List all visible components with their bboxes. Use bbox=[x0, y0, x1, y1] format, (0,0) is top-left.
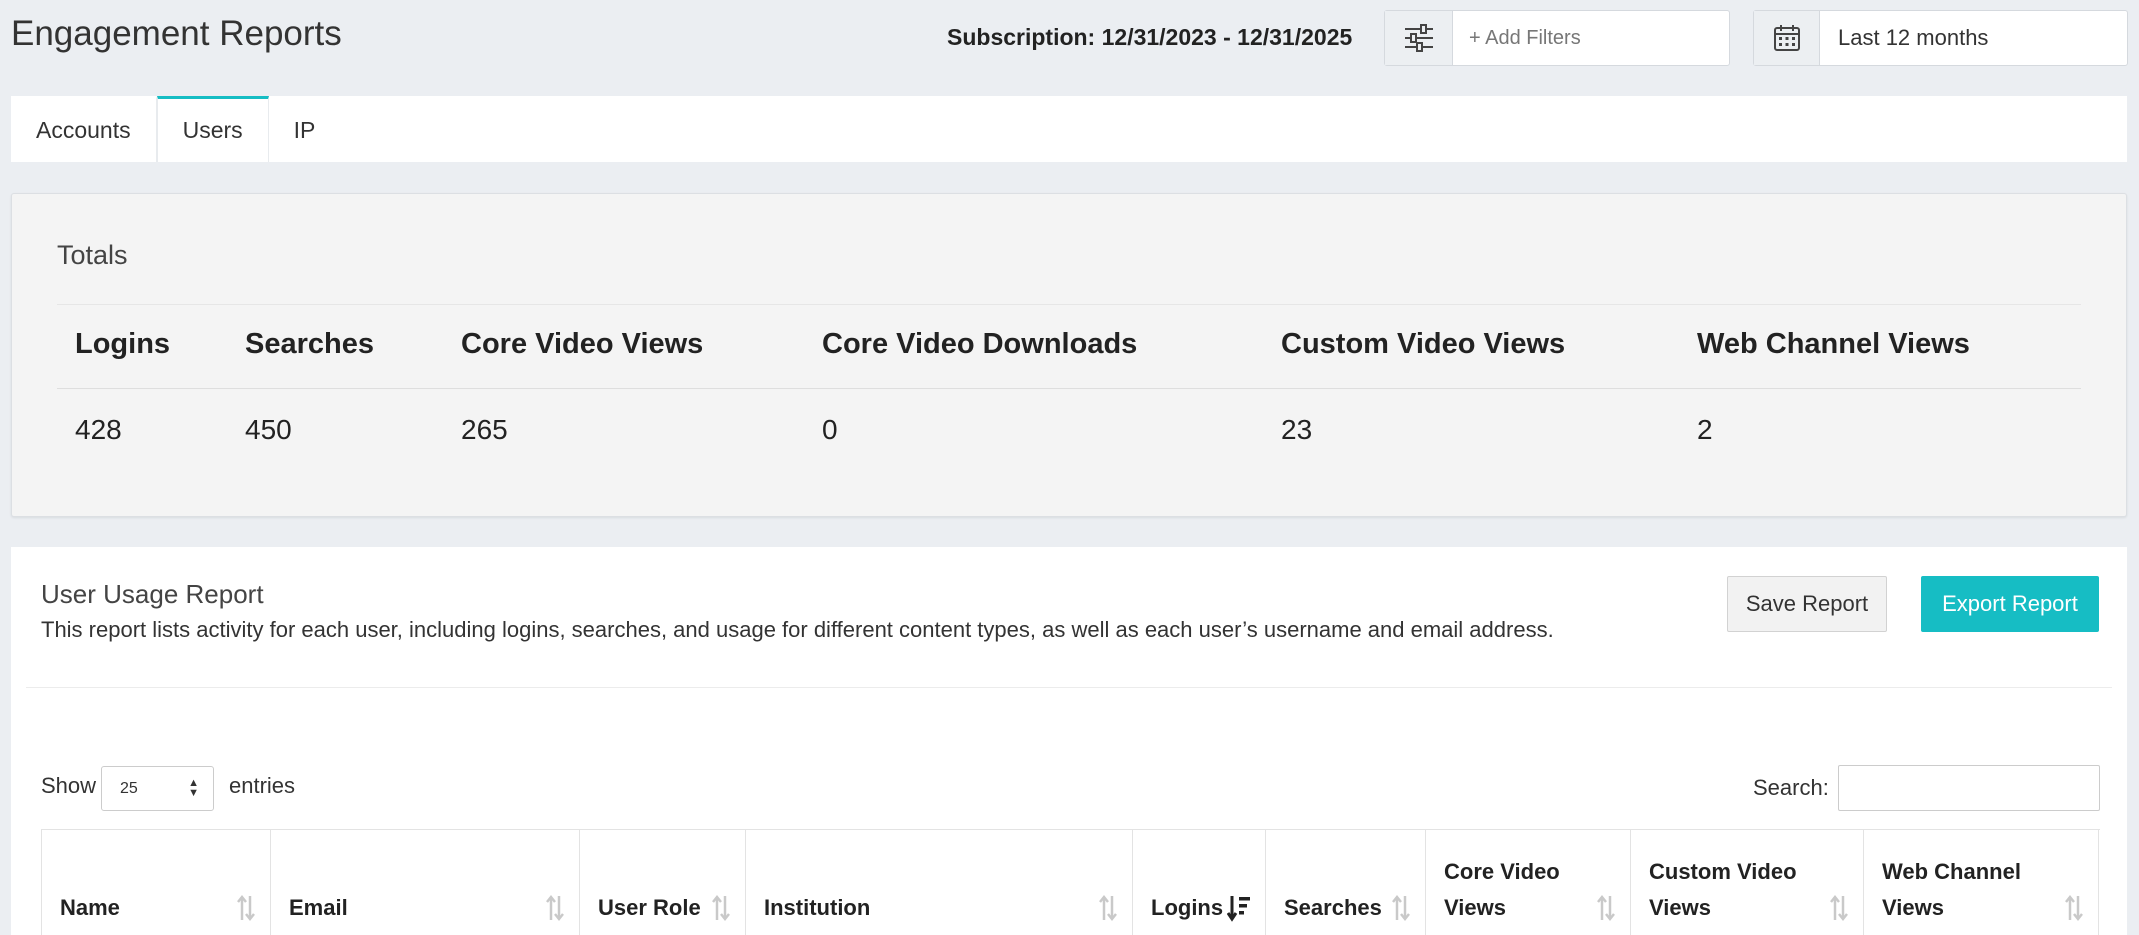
tab-accounts[interactable]: Accounts bbox=[11, 96, 157, 162]
export-report-button[interactable]: Export Report bbox=[1921, 576, 2099, 632]
totals-header-custom-video-views: Custom Video Views bbox=[1281, 328, 1566, 360]
column-header-searches[interactable]: Searches bbox=[1266, 830, 1426, 935]
column-header-user-role[interactable]: User Role bbox=[580, 830, 746, 935]
totals-header-core-video-downloads: Core Video Downloads bbox=[822, 328, 1138, 360]
column-header-logins[interactable]: Logins bbox=[1133, 830, 1266, 935]
save-report-button[interactable]: Save Report bbox=[1727, 576, 1887, 632]
tab-ip[interactable]: IP bbox=[269, 96, 341, 162]
sort-icon bbox=[712, 894, 730, 922]
show-label: Show bbox=[41, 773, 97, 798]
search-input[interactable] bbox=[1838, 765, 2100, 811]
column-header-custom-video-views[interactable]: Custom Video Views bbox=[1631, 830, 1864, 935]
totals-value-core-video-views: 265 bbox=[461, 414, 508, 445]
column-header-web-channel-views[interactable]: Web Channel Views bbox=[1864, 830, 2099, 935]
sort-icon bbox=[1597, 894, 1615, 922]
totals-value-custom-video-views: 23 bbox=[1281, 414, 1313, 445]
totals-panel: Totals Logins Searches Core Video Views … bbox=[11, 193, 2127, 517]
totals-value-searches: 450 bbox=[245, 414, 292, 445]
divider bbox=[57, 388, 2081, 389]
column-header-email[interactable]: Email bbox=[271, 830, 580, 935]
entries-label: entries bbox=[229, 773, 296, 798]
sort-icon bbox=[1830, 894, 1848, 922]
sort-icon bbox=[1099, 894, 1117, 922]
sliders-icon[interactable] bbox=[1385, 11, 1453, 65]
totals-header-logins: Logins bbox=[75, 328, 171, 360]
divider bbox=[26, 687, 2112, 688]
entries-per-page-select[interactable]: 25 ▲ ▼ bbox=[101, 766, 214, 811]
add-filters-field[interactable]: + Add Filters bbox=[1384, 10, 1730, 66]
column-header-core-video-views[interactable]: Core Video Views bbox=[1426, 830, 1631, 935]
column-header-institution[interactable]: Institution bbox=[746, 830, 1133, 935]
entries-value: 25 bbox=[120, 779, 138, 797]
column-header-name[interactable]: Name bbox=[42, 830, 271, 935]
divider bbox=[57, 304, 2081, 305]
date-range-picker[interactable]: Last 12 months bbox=[1753, 10, 2128, 66]
totals-value-core-video-downloads: 0 bbox=[822, 414, 838, 445]
calendar-icon[interactable] bbox=[1754, 11, 1820, 65]
report-title: User Usage Report bbox=[41, 579, 264, 609]
date-range-value[interactable]: Last 12 months bbox=[1820, 11, 2127, 65]
sort-icon bbox=[546, 894, 564, 922]
subscription-range: Subscription: 12/31/2023 - 12/31/2025 bbox=[947, 24, 1353, 50]
select-arrows-icon: ▲ ▼ bbox=[188, 777, 199, 799]
search-label: Search: bbox=[1753, 775, 1829, 800]
table-header: Name Email User Role Institution Logins … bbox=[41, 829, 2100, 935]
sort-icon bbox=[237, 894, 255, 922]
user-usage-report-panel: User Usage Report This report lists acti… bbox=[11, 547, 2127, 935]
totals-title: Totals bbox=[57, 240, 128, 270]
totals-header-web-channel-views: Web Channel Views bbox=[1697, 328, 1970, 360]
report-description: This report lists activity for each user… bbox=[41, 617, 1554, 642]
page-title: Engagement Reports bbox=[11, 14, 342, 53]
totals-value-logins: 428 bbox=[75, 414, 122, 445]
sort-descending-icon bbox=[1227, 896, 1250, 922]
totals-value-web-channel-views: 2 bbox=[1697, 414, 1713, 445]
add-filters-placeholder[interactable]: + Add Filters bbox=[1453, 11, 1729, 65]
sort-icon bbox=[1392, 894, 1410, 922]
report-tabs: Accounts Users IP bbox=[11, 96, 2127, 162]
totals-header-core-video-views: Core Video Views bbox=[461, 328, 704, 360]
tab-users[interactable]: Users bbox=[156, 96, 269, 162]
totals-header-searches: Searches bbox=[245, 328, 374, 360]
sort-icon bbox=[2065, 894, 2083, 922]
